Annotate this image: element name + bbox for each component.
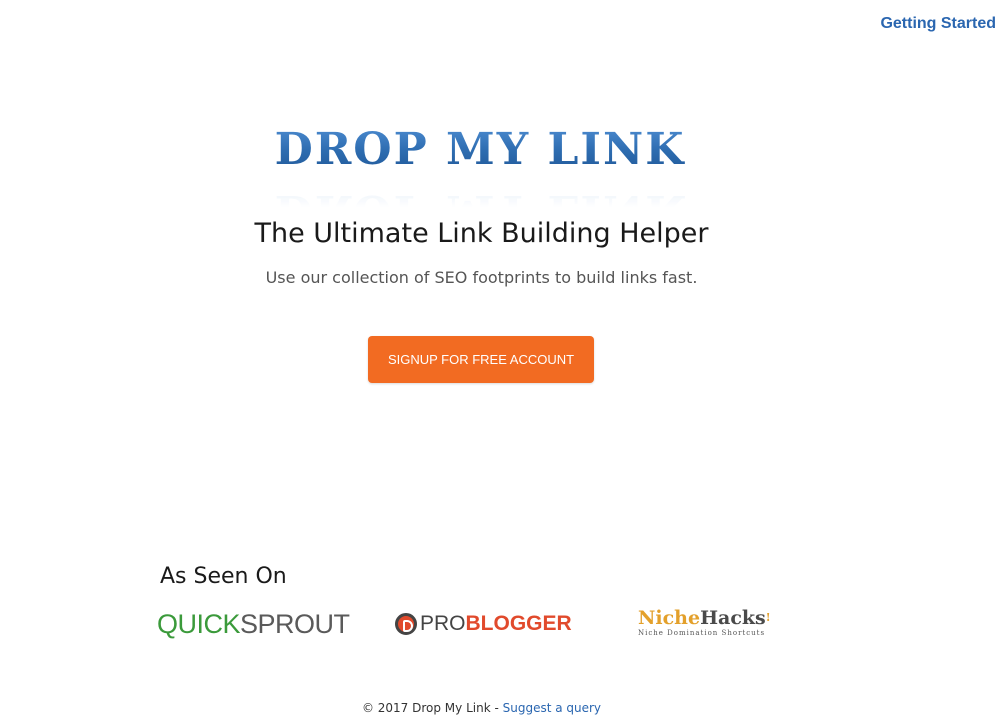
page-headline: The Ultimate Link Building Helper	[254, 218, 709, 249]
nichehacks-logo-part1: Niche	[638, 607, 701, 629]
logo-text: DROP MY LINK	[215, 124, 745, 176]
suggest-query-link[interactable]: Suggest a query	[503, 701, 601, 715]
footer: © 2017 Drop My Link - Suggest a query	[0, 701, 963, 715]
drop-my-link-logo: DROP MY LINK DROP MY LINK	[215, 124, 745, 236]
problogger-logo: PROBLOGGER	[395, 608, 572, 640]
footer-copyright: © 2017 Drop My Link -	[361, 701, 503, 715]
quicksprout-logo: QUICKSPROUT	[157, 608, 350, 640]
nichehacks-tagline: Niche Domination Shortcuts	[638, 629, 766, 637]
page-subheadline: Use our collection of SEO footprints to …	[265, 268, 698, 287]
problogger-logo-part2: BLOGGER	[465, 612, 572, 635]
as-seen-on-heading: As Seen On	[160, 564, 287, 589]
problogger-logo-part1: PRO	[420, 612, 466, 635]
nichehacks-logo-part2: Hacks	[700, 607, 766, 629]
nichehacks-logo-mark: !	[765, 611, 771, 624]
signup-button[interactable]: SIGNUP FOR FREE ACCOUNT	[368, 336, 594, 383]
getting-started-link[interactable]: Getting Started	[880, 15, 996, 33]
quicksprout-logo-part2: SPROUT	[240, 609, 350, 639]
nichehacks-logo: NicheHacks! Niche Domination Shortcuts	[638, 607, 790, 641]
problogger-mark-icon	[395, 613, 417, 635]
quicksprout-logo-part1: QUICK	[157, 609, 241, 639]
